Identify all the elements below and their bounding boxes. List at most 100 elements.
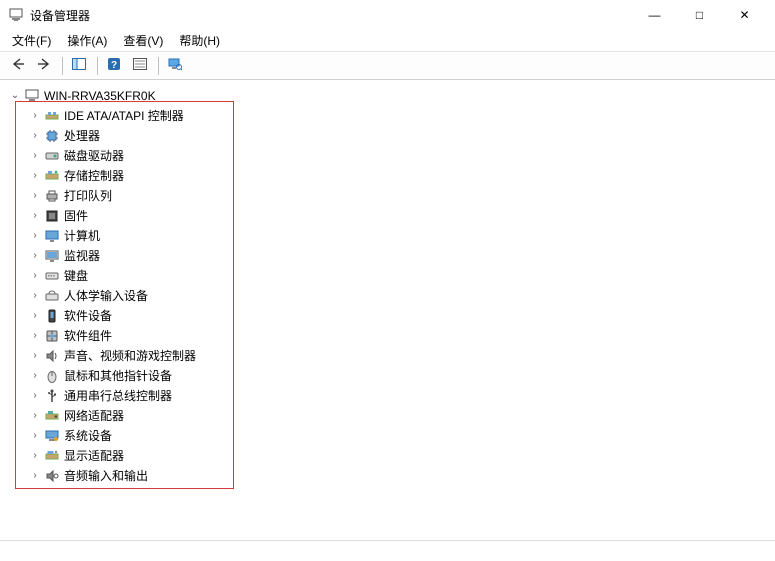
tree-item[interactable]: ›固件 [28,206,767,226]
expander-closed-icon[interactable]: › [28,109,42,123]
expander-closed-icon[interactable]: › [28,289,42,303]
toolbar-separator [158,57,159,75]
expander-closed-icon[interactable]: › [28,129,42,143]
expander-closed-icon[interactable]: › [28,369,42,383]
expander-open-icon[interactable]: ⌄ [8,89,22,103]
system-device-icon [44,428,60,444]
tree-item[interactable]: › 系统设备 [28,426,767,446]
expander-closed-icon[interactable]: › [28,269,42,283]
expander-closed-icon[interactable]: › [28,449,42,463]
tree-item-label: 鼠标和其他指针设备 [64,366,172,386]
scan-hardware-icon [167,57,183,74]
tree-item-label: 软件设备 [64,306,112,326]
tree-item[interactable]: › 存储控制器 [28,166,767,186]
usb-controller-icon [44,388,60,404]
bottom-separator [0,540,775,541]
tree-item[interactable]: › 声音、视频和游戏控制器 [28,346,767,366]
expander-closed-icon[interactable]: › [28,409,42,423]
expander-closed-icon[interactable]: › [28,329,42,343]
tree-item-label: 声音、视频和游戏控制器 [64,346,196,366]
network-adapter-icon [44,408,60,424]
forward-arrow-icon [36,57,52,74]
tree-item-label: 音频输入和输出 [64,466,148,486]
app-icon [8,7,24,23]
tree-item[interactable]: › 人体学输入设备 [28,286,767,306]
tree-item-label: 存储控制器 [64,166,124,186]
tree-root[interactable]: ⌄ WIN-RRVA35KFR0K [8,86,767,106]
display-adapter-icon [44,448,60,464]
tree-root-label: WIN-RRVA35KFR0K [44,86,156,106]
titlebar: 设备管理器 — □ ✕ [0,0,775,30]
properties-button[interactable] [128,55,152,77]
tree-item-label: 软件组件 [64,326,112,346]
tree-item[interactable]: › 显示适配器 [28,446,767,466]
tree-item-label: 显示适配器 [64,446,124,466]
keyboard-icon [44,268,60,284]
tree-item-label: 键盘 [64,266,88,286]
tree-item[interactable]: ›网络适配器 [28,406,767,426]
maximize-button[interactable]: □ [677,0,722,30]
tree-item[interactable]: › IDE ATA/ATAPI 控制器 [28,106,767,126]
expander-closed-icon[interactable]: › [28,429,42,443]
toolbar-separator [97,57,98,75]
expander-closed-icon[interactable]: › [28,309,42,323]
toolbar-separator [62,57,63,75]
sound-video-game-icon [44,348,60,364]
scan-hardware-button[interactable] [163,55,187,77]
expander-closed-icon[interactable]: › [28,469,42,483]
menubar: 文件(F) 操作(A) 查看(V) 帮助(H) [0,30,775,52]
tree-item[interactable]: › 软件组件 [28,326,767,346]
tree-item-label: 系统设备 [64,426,112,446]
tree-view[interactable]: ⌄ WIN-RRVA35KFR0K › IDE ATA/ATAPI 控制器 › 处理器… [0,80,775,561]
tree-item-label: 人体学输入设备 [64,286,148,306]
tree-item-label: 打印队列 [64,186,112,206]
expander-closed-icon[interactable]: › [28,349,42,363]
tree-item[interactable]: › 键盘 [28,266,767,286]
window-title: 设备管理器 [30,7,90,24]
expander-closed-icon[interactable]: › [28,169,42,183]
tree-item-label: 监视器 [64,246,100,266]
show-hide-tree-button[interactable] [67,55,91,77]
tree-item[interactable]: › 音频输入和输出 [28,466,767,486]
expander-closed-icon[interactable]: › [28,209,42,223]
ide-controller-icon [44,108,60,124]
storage-controller-icon [44,168,60,184]
tree-item-label: 通用串行总线控制器 [64,386,172,406]
tree-item-label: 磁盘驱动器 [64,146,124,166]
help-button[interactable]: ? [102,55,126,77]
svg-text:?: ? [111,60,117,71]
tree-item[interactable]: › 软件设备 [28,306,767,326]
close-button[interactable]: ✕ [722,0,767,30]
back-button[interactable] [6,55,30,77]
expander-closed-icon[interactable]: › [28,249,42,263]
tree-item[interactable]: › 计算机 [28,226,767,246]
tree-item[interactable]: › 通用串行总线控制器 [28,386,767,406]
expander-closed-icon[interactable]: › [28,149,42,163]
properties-icon [132,57,148,74]
audio-io-icon [44,468,60,484]
expander-closed-icon[interactable]: › [28,389,42,403]
software-component-icon [44,328,60,344]
tree-item[interactable]: › 打印队列 [28,186,767,206]
tree-item[interactable]: › 磁盘驱动器 [28,146,767,166]
computer-icon [24,88,40,104]
processor-icon [44,128,60,144]
tree-item[interactable]: › 监视器 [28,246,767,266]
tree-item-label: IDE ATA/ATAPI 控制器 [64,106,184,126]
tree-item[interactable]: › 处理器 [28,126,767,146]
menu-action[interactable]: 操作(A) [59,30,115,51]
tree-item-label: 处理器 [64,126,100,146]
forward-button[interactable] [32,55,56,77]
expander-closed-icon[interactable]: › [28,189,42,203]
menu-help[interactable]: 帮助(H) [171,30,228,51]
help-icon: ? [106,56,122,75]
back-arrow-icon [10,57,26,74]
tree-item[interactable]: › 鼠标和其他指针设备 [28,366,767,386]
show-hide-icon [71,57,87,74]
tree-item-label: 计算机 [64,226,100,246]
menu-view[interactable]: 查看(V) [115,30,171,51]
expander-closed-icon[interactable]: › [28,229,42,243]
menu-file[interactable]: 文件(F) [4,30,59,51]
software-device-icon [44,308,60,324]
minimize-button[interactable]: — [632,0,677,30]
